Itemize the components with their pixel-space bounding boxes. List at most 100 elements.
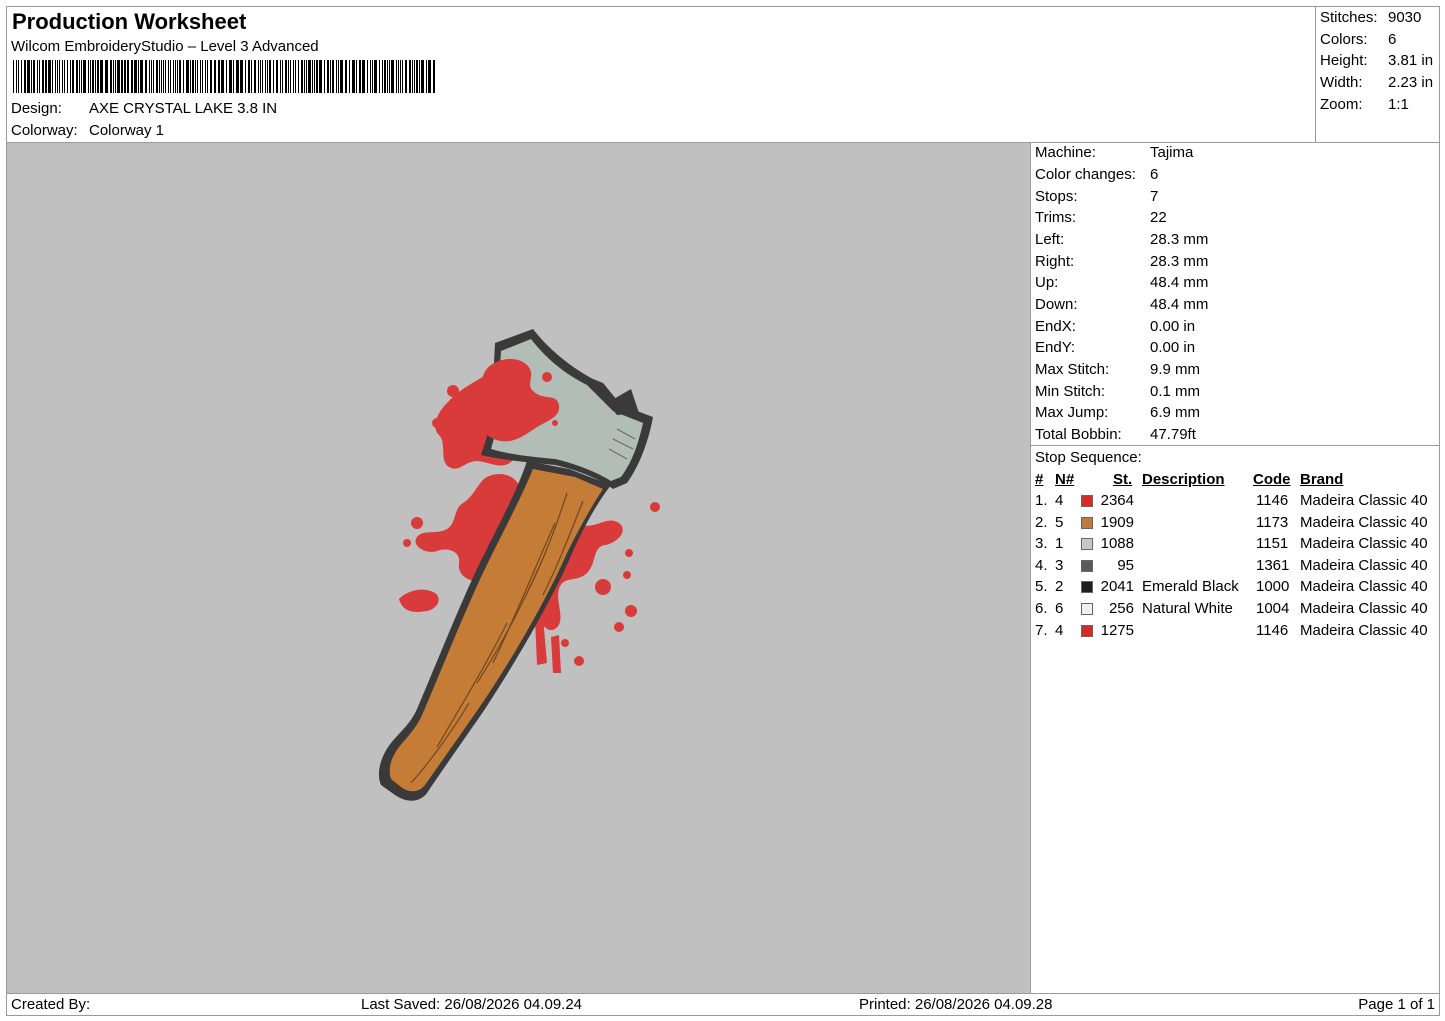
machine-value: 28.3 mm bbox=[1150, 253, 1209, 270]
machine-value: 48.4 mm bbox=[1150, 296, 1209, 313]
barcode-bar bbox=[226, 60, 227, 93]
barcode-bar bbox=[260, 60, 261, 93]
machine-value: 6.9 mm bbox=[1150, 404, 1201, 421]
barcode-bar bbox=[39, 60, 40, 93]
stop-needle: 4 bbox=[1055, 492, 1064, 509]
barcode-bar bbox=[273, 60, 274, 93]
last-saved: Last Saved: 26/08/2026 04.09.24 bbox=[361, 996, 583, 1013]
machine-label: EndY: bbox=[1035, 339, 1076, 356]
barcode-bar bbox=[149, 60, 150, 93]
machine-label: Right: bbox=[1035, 253, 1075, 270]
stop-num: 6. bbox=[1035, 600, 1048, 617]
barcode-bar bbox=[382, 60, 383, 93]
barcode-bar bbox=[177, 60, 178, 93]
barcode-bar bbox=[214, 60, 216, 93]
stop-needle: 2 bbox=[1055, 578, 1064, 596]
barcode-bar bbox=[218, 60, 220, 93]
machine-value: 7 bbox=[1150, 188, 1159, 205]
barcode-bar bbox=[352, 60, 355, 93]
barcode-bar bbox=[367, 60, 368, 93]
color-swatch bbox=[1081, 603, 1093, 615]
stop-num: 7. bbox=[1035, 621, 1048, 639]
barcode-bar bbox=[308, 60, 311, 93]
barcode-bar bbox=[57, 60, 58, 93]
barcode-bar bbox=[55, 60, 56, 93]
machine-row: EndY: 0.00 in bbox=[1035, 339, 1195, 356]
barcode-bar bbox=[115, 60, 116, 93]
barcode-bar bbox=[412, 60, 413, 93]
created-by: Created By: bbox=[11, 996, 91, 1013]
barcode-bar bbox=[433, 60, 435, 93]
barcode-bar bbox=[113, 60, 114, 93]
machine-value: 6 bbox=[1150, 166, 1159, 183]
barcode-bar bbox=[330, 60, 331, 93]
stop-stitches: 256 bbox=[1108, 600, 1134, 617]
summary-label: Stitches: bbox=[1320, 9, 1378, 26]
barcode-bar bbox=[288, 60, 289, 93]
barcode-bar bbox=[419, 60, 420, 93]
barcode-bar bbox=[389, 60, 390, 93]
stop-num: 4. bbox=[1035, 556, 1048, 574]
barcode-bar bbox=[37, 60, 38, 93]
stop-needle: 6 bbox=[1055, 600, 1064, 617]
barcode-bar bbox=[195, 60, 196, 93]
barcode-bar bbox=[81, 60, 82, 93]
summary-label: Height: bbox=[1320, 52, 1368, 69]
barcode-bar bbox=[248, 60, 250, 93]
col-header-stitches: St. bbox=[1113, 471, 1133, 488]
machine-label: Max Jump: bbox=[1035, 404, 1109, 421]
barcode-bar bbox=[95, 60, 96, 93]
machine-value: 0.1 mm bbox=[1150, 383, 1201, 400]
design-label: Design: bbox=[11, 100, 62, 117]
machine-row: Machine: Tajima bbox=[1035, 144, 1193, 161]
stop-brand: Madeira Classic 40 bbox=[1300, 513, 1428, 531]
machine-label: Max Stitch: bbox=[1035, 361, 1110, 378]
machine-label: Total Bobbin: bbox=[1035, 426, 1122, 443]
barcode-bar bbox=[134, 60, 137, 93]
barcode-bar bbox=[161, 60, 162, 93]
barcode-bar bbox=[316, 60, 318, 93]
barcode-bar bbox=[362, 60, 365, 93]
barcode-bar bbox=[205, 60, 206, 93]
barcode-bar bbox=[421, 60, 424, 93]
barcode-bar bbox=[345, 60, 347, 93]
barcode-bar bbox=[293, 60, 294, 93]
barcode-bar bbox=[340, 60, 343, 93]
barcode-bar bbox=[298, 60, 299, 93]
barcode-bar bbox=[379, 60, 380, 93]
stop-sequence-title: Stop Sequence: bbox=[1035, 449, 1142, 466]
stop-num: 3. bbox=[1035, 535, 1048, 553]
barcode-bar bbox=[170, 60, 171, 93]
worksheet-title: Production Worksheet bbox=[12, 9, 247, 34]
stop-brand: Madeira Classic 40 bbox=[1300, 492, 1428, 509]
machine-label: EndX: bbox=[1035, 318, 1076, 335]
barcode-bar bbox=[131, 60, 133, 93]
color-swatch bbox=[1081, 559, 1093, 572]
machine-label: Up: bbox=[1035, 274, 1059, 291]
barcode-bar bbox=[18, 60, 19, 93]
barcode-bar bbox=[304, 60, 305, 93]
stop-code: 1004 bbox=[1256, 600, 1290, 617]
page-number: Page 1 of 1 bbox=[1358, 996, 1435, 1013]
barcode-bar bbox=[165, 60, 166, 93]
barcode-bar bbox=[258, 60, 259, 93]
machine-label: Stops: bbox=[1035, 188, 1078, 205]
barcode-bar bbox=[45, 60, 47, 93]
printed-date: Printed: 26/08/2026 04.09.28 bbox=[859, 996, 1053, 1013]
barcode-bar bbox=[159, 60, 160, 93]
stop-stitches: 95 bbox=[1117, 556, 1134, 574]
machine-label: Left: bbox=[1035, 231, 1065, 248]
barcode-bar bbox=[359, 60, 361, 93]
barcode-bar bbox=[151, 60, 152, 93]
stop-code: 1151 bbox=[1256, 535, 1289, 553]
col-header-needle: N# bbox=[1055, 471, 1075, 488]
machine-row: Down: 48.4 mm bbox=[1035, 296, 1208, 313]
summary-label: Width: bbox=[1320, 74, 1363, 91]
barcode-bar bbox=[145, 60, 147, 93]
barcode-bar bbox=[398, 60, 399, 93]
barcode-bar bbox=[138, 60, 139, 93]
machine-value: 28.3 mm bbox=[1150, 231, 1209, 248]
stop-brand: Madeira Classic 40 bbox=[1300, 600, 1428, 617]
machine-value: 47.79ft bbox=[1150, 426, 1196, 443]
barcode-bar bbox=[324, 60, 325, 93]
